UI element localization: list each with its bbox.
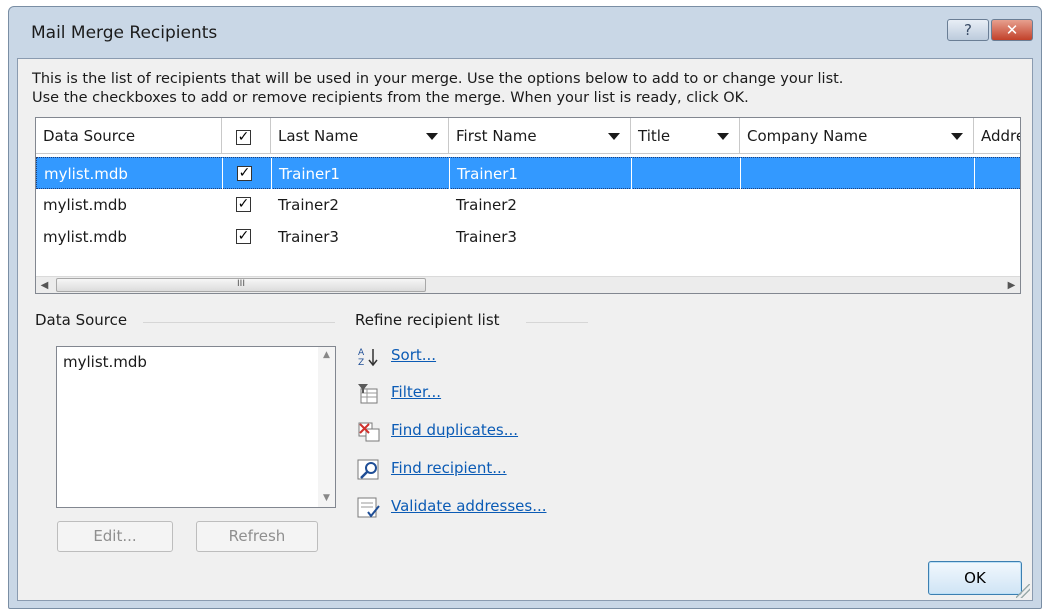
cell-last-name: Trainer2 — [278, 196, 339, 214]
chevron-down-icon[interactable] — [608, 133, 620, 140]
resize-grip-icon[interactable] — [1016, 584, 1030, 598]
recipient-checkbox[interactable]: ✓ — [236, 197, 251, 212]
list-item[interactable]: mylist.mdb — [63, 353, 147, 371]
find-recipient-icon — [357, 459, 379, 480]
divider — [143, 322, 335, 323]
scroll-left-icon[interactable]: ◀ — [36, 277, 53, 293]
mail-merge-dialog: Mail Merge Recipients ? ✕ This is the li… — [8, 6, 1042, 609]
scroll-up-icon[interactable]: ▲ — [318, 347, 335, 364]
cell-first-name: Trainer2 — [456, 196, 517, 214]
select-all-checkbox[interactable]: ✓ — [236, 130, 251, 145]
recipient-checkbox[interactable]: ✓ — [237, 166, 252, 181]
column-header-last-name[interactable]: Last Name — [271, 118, 449, 154]
recipient-checkbox[interactable]: ✓ — [236, 229, 251, 244]
help-button[interactable]: ? — [947, 19, 989, 41]
cell-title — [632, 158, 741, 190]
table-row[interactable]: mylist.mdb ✓ Trainer1 Trainer1 — [36, 157, 1020, 190]
find-duplicates-icon — [358, 422, 380, 442]
sort-az-icon: A Z — [358, 348, 378, 368]
column-header-include[interactable]: ✓ — [222, 118, 271, 154]
cell-last-name: Trainer3 — [278, 228, 339, 246]
find-recipient-link[interactable]: Find recipient... — [391, 459, 507, 477]
cell-include: ✓ — [222, 189, 271, 221]
ok-button[interactable]: OK — [928, 561, 1022, 595]
column-header-company-name[interactable]: Company Name — [740, 118, 974, 154]
divider — [526, 322, 588, 323]
svg-text:A: A — [358, 348, 365, 358]
cell-include: ✓ — [223, 158, 272, 190]
filter-link[interactable]: Filter... — [391, 383, 441, 401]
cell-data-source: mylist.mdb — [37, 158, 223, 190]
cell-company-name — [741, 158, 975, 190]
sort-link[interactable]: Sort... — [391, 346, 436, 364]
dialog-body: This is the list of recipients that will… — [17, 58, 1033, 601]
refresh-button[interactable]: Refresh — [196, 521, 318, 552]
dialog-title: Mail Merge Recipients — [31, 23, 218, 43]
table-row[interactable]: mylist.mdb ✓ Trainer3 Trainer3 — [36, 221, 1020, 253]
column-header-data-source[interactable]: Data Source — [36, 118, 222, 154]
cell-first-name: Trainer1 — [450, 158, 632, 190]
cell-last-name: Trainer1 — [272, 158, 450, 190]
column-header-first-name[interactable]: First Name — [449, 118, 631, 154]
cell-data-source: mylist.mdb — [43, 196, 127, 214]
intro-line-1: This is the list of recipients that will… — [32, 71, 844, 87]
validate-addresses-icon — [357, 497, 380, 518]
refine-group-label: Refine recipient list — [355, 311, 500, 329]
table-row[interactable]: mylist.mdb ✓ Trainer2 Trainer2 — [36, 189, 1020, 221]
chevron-down-icon[interactable] — [426, 133, 438, 140]
cell-first-name: Trainer3 — [456, 228, 517, 246]
scroll-right-icon[interactable]: ▶ — [1003, 277, 1020, 293]
cell-include: ✓ — [222, 221, 271, 253]
horizontal-scrollbar[interactable]: ◀ III ▶ — [36, 276, 1020, 293]
chevron-down-icon[interactable] — [951, 133, 963, 140]
chevron-down-icon[interactable] — [717, 133, 729, 140]
column-header-title[interactable]: Title — [631, 118, 740, 154]
intro-line-2: Use the checkboxes to add or remove reci… — [32, 90, 749, 106]
data-source-group-label: Data Source — [35, 311, 128, 329]
recipients-grid[interactable]: Data Source ✓ Last Name First Name Title… — [35, 117, 1021, 294]
vertical-scrollbar[interactable]: ▲ ▼ — [318, 347, 335, 507]
cell-data-source: mylist.mdb — [43, 228, 127, 246]
column-header-address[interactable]: Address — [974, 118, 1020, 154]
data-source-list[interactable]: mylist.mdb ▲ ▼ — [56, 346, 336, 508]
close-button[interactable]: ✕ — [991, 19, 1033, 41]
filter-icon — [358, 384, 378, 404]
find-duplicates-link[interactable]: Find duplicates... — [391, 421, 518, 439]
intro-text: This is the list of recipients that will… — [32, 70, 843, 108]
edit-button[interactable]: Edit... — [57, 521, 173, 552]
scroll-down-icon[interactable]: ▼ — [318, 490, 335, 507]
scrollbar-thumb[interactable]: III — [56, 278, 426, 292]
title-bar: Mail Merge Recipients ? ✕ — [9, 7, 1041, 59]
scrollbar-grip-icon: III — [237, 279, 245, 289]
validate-addresses-link[interactable]: Validate addresses... — [391, 497, 547, 515]
svg-text:Z: Z — [358, 358, 364, 368]
